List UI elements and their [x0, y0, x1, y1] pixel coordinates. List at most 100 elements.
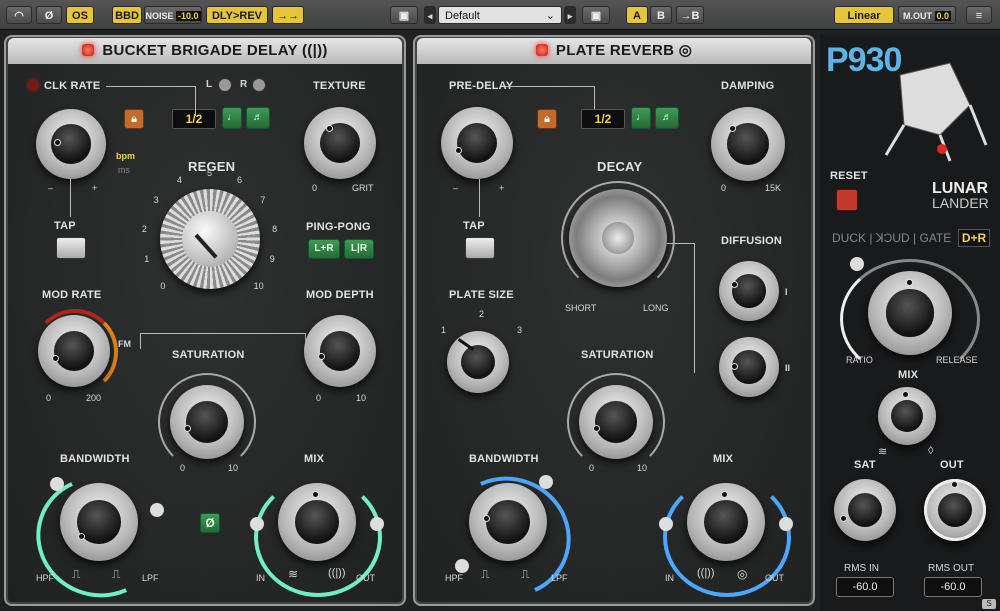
- reverb-power-led[interactable]: [535, 44, 548, 56]
- mod-rate-min: 0: [46, 393, 52, 403]
- pre-delay-knob[interactable]: [441, 107, 513, 179]
- reverb-sync-display[interactable]: 1/2: [581, 109, 625, 129]
- menu-button[interactable]: ≡: [966, 6, 992, 24]
- preset-a-button[interactable]: A: [626, 6, 648, 24]
- reverb-mix-knob[interactable]: [687, 483, 765, 561]
- ratio-release-knob[interactable]: [868, 271, 952, 355]
- power-icon: ◠: [14, 10, 24, 22]
- preset-b-button[interactable]: B: [650, 6, 672, 24]
- side-sat-knob[interactable]: [834, 479, 896, 541]
- reverb-mix-out-handle[interactable]: [779, 517, 793, 531]
- prev-preset-button[interactable]: ◂: [424, 6, 436, 24]
- reverb-mix-in-handle[interactable]: [659, 517, 673, 531]
- note-icon: ♩: [227, 112, 237, 123]
- delay-phase-button[interactable]: Ø: [200, 513, 220, 533]
- l-trim-knob[interactable]: [218, 78, 232, 92]
- linear-mode-button[interactable]: Linear: [834, 6, 894, 24]
- chevron-down-icon: ⌄: [545, 10, 555, 22]
- side-mix-label: MIX: [898, 369, 919, 381]
- delay-mix-out-handle[interactable]: [370, 517, 384, 531]
- bbd-button[interactable]: BBD: [112, 6, 142, 24]
- texture-knob[interactable]: [304, 107, 376, 179]
- save-preset-button[interactable]: ▣: [390, 6, 418, 24]
- chevron-left-icon: ◂: [427, 11, 433, 21]
- rms-out-label: RMS OUT: [928, 563, 975, 574]
- next-preset-button[interactable]: ▸: [564, 6, 576, 24]
- pingpong-lr-plus-button[interactable]: L+R: [308, 239, 340, 259]
- reverb-triplet-button[interactable]: ♬: [655, 107, 679, 129]
- release-label: RELEASE: [936, 355, 978, 365]
- noise-control[interactable]: NOISE -10.0: [144, 6, 202, 24]
- decay-knob[interactable]: [569, 189, 667, 287]
- delay-title-bar: BUCKET BRIGADE DELAY ((|)): [8, 38, 402, 64]
- ratio-handle[interactable]: [850, 257, 864, 271]
- diffusion-1-knob[interactable]: [719, 261, 779, 321]
- delay-saturation-knob[interactable]: [170, 385, 244, 459]
- kcud-mode[interactable]: ꓘƆUD: [876, 231, 910, 245]
- regen-knob[interactable]: [160, 189, 260, 289]
- reverb-lpf-handle[interactable]: [539, 475, 553, 489]
- route-button[interactable]: →→: [272, 6, 304, 24]
- damping-min: 0: [721, 183, 727, 193]
- delay-mix-knob[interactable]: [278, 483, 356, 561]
- reverb-tap-button[interactable]: [465, 237, 495, 259]
- rms-in-label: RMS IN: [844, 563, 879, 574]
- mout-control[interactable]: M.OUT 0.0: [898, 6, 956, 24]
- reset-button[interactable]: [836, 189, 858, 211]
- hpf-curve-icon: ⎍: [72, 567, 81, 581]
- mod-rate-label: MOD RATE: [42, 289, 102, 301]
- side-panel: P930 LUNAR LANDER RESET DUCK | ꓘƆUD | GA…: [820, 35, 1000, 611]
- clk-rate-knob[interactable]: [36, 109, 106, 179]
- pingpong-lr-split-button[interactable]: L|R: [344, 239, 374, 259]
- delay-note-button[interactable]: ♩: [222, 107, 242, 129]
- regen-tick-6: 6: [236, 175, 242, 186]
- fm-wire: [140, 333, 306, 349]
- delay-triplet-button[interactable]: ♬: [246, 107, 270, 129]
- reverb-bandwidth-knob[interactable]: [469, 483, 547, 561]
- power-button[interactable]: ◠: [6, 6, 32, 24]
- mod-rate-knob[interactable]: [38, 315, 110, 387]
- ratio-label: RATIO: [846, 355, 873, 365]
- copy-ab-button[interactable]: →B: [676, 6, 704, 24]
- reverb-sync-lock-button[interactable]: 🔒︎: [537, 109, 557, 129]
- mout-value: 0.0: [934, 11, 952, 21]
- delay-power-led[interactable]: [82, 44, 95, 56]
- regen-tick-8: 8: [272, 223, 278, 234]
- delay-tap-button[interactable]: [56, 237, 86, 259]
- side-mix-knob[interactable]: [878, 387, 936, 445]
- dly-rev-button[interactable]: DLY>REV: [206, 6, 268, 24]
- phase-button[interactable]: Ø: [36, 6, 62, 24]
- delay-mix-in-handle[interactable]: [250, 517, 264, 531]
- os-button[interactable]: OS: [66, 6, 94, 24]
- plate-size-knob[interactable]: [447, 331, 509, 393]
- lander-label: LANDER: [932, 195, 989, 211]
- ms-label[interactable]: ms: [118, 165, 130, 175]
- bpm-label[interactable]: bpm: [116, 151, 135, 161]
- reverb-hpf-handle[interactable]: [455, 559, 469, 573]
- preset-name: Default: [445, 10, 480, 22]
- gate-mode[interactable]: GATE: [919, 231, 951, 245]
- diffusion-2-knob[interactable]: [719, 337, 779, 397]
- delay-hpf-handle[interactable]: [50, 477, 64, 491]
- reverb-note-button[interactable]: ♩: [631, 107, 651, 129]
- plate-size-2: 2: [479, 309, 485, 319]
- reverb-hpf-label: HPF: [445, 573, 463, 583]
- mod-depth-knob[interactable]: [304, 315, 376, 387]
- lunar-lander-illustration: [884, 62, 988, 162]
- delay-bandwidth-knob[interactable]: [60, 483, 138, 561]
- delay-stereo-icon: ((|)): [301, 42, 328, 59]
- load-preset-button[interactable]: ▣: [582, 6, 610, 24]
- reverb-saturation-knob[interactable]: [579, 385, 653, 459]
- r-trim-knob[interactable]: [252, 78, 266, 92]
- duck-mode[interactable]: DUCK: [832, 231, 866, 245]
- delay-title: BUCKET BRIGADE DELAY: [102, 42, 298, 59]
- delay-out-label: OUT: [356, 573, 375, 583]
- delay-lpf-label: LPF: [142, 573, 159, 583]
- side-out-knob[interactable]: [924, 479, 986, 541]
- preset-select[interactable]: Default ⌄: [438, 6, 562, 24]
- damping-knob[interactable]: [711, 107, 785, 181]
- delay-lpf-handle[interactable]: [150, 503, 164, 517]
- resize-handle[interactable]: S: [982, 599, 996, 609]
- floppy-icon: ▣: [398, 10, 410, 22]
- dr-mode-button[interactable]: D+R: [958, 229, 990, 247]
